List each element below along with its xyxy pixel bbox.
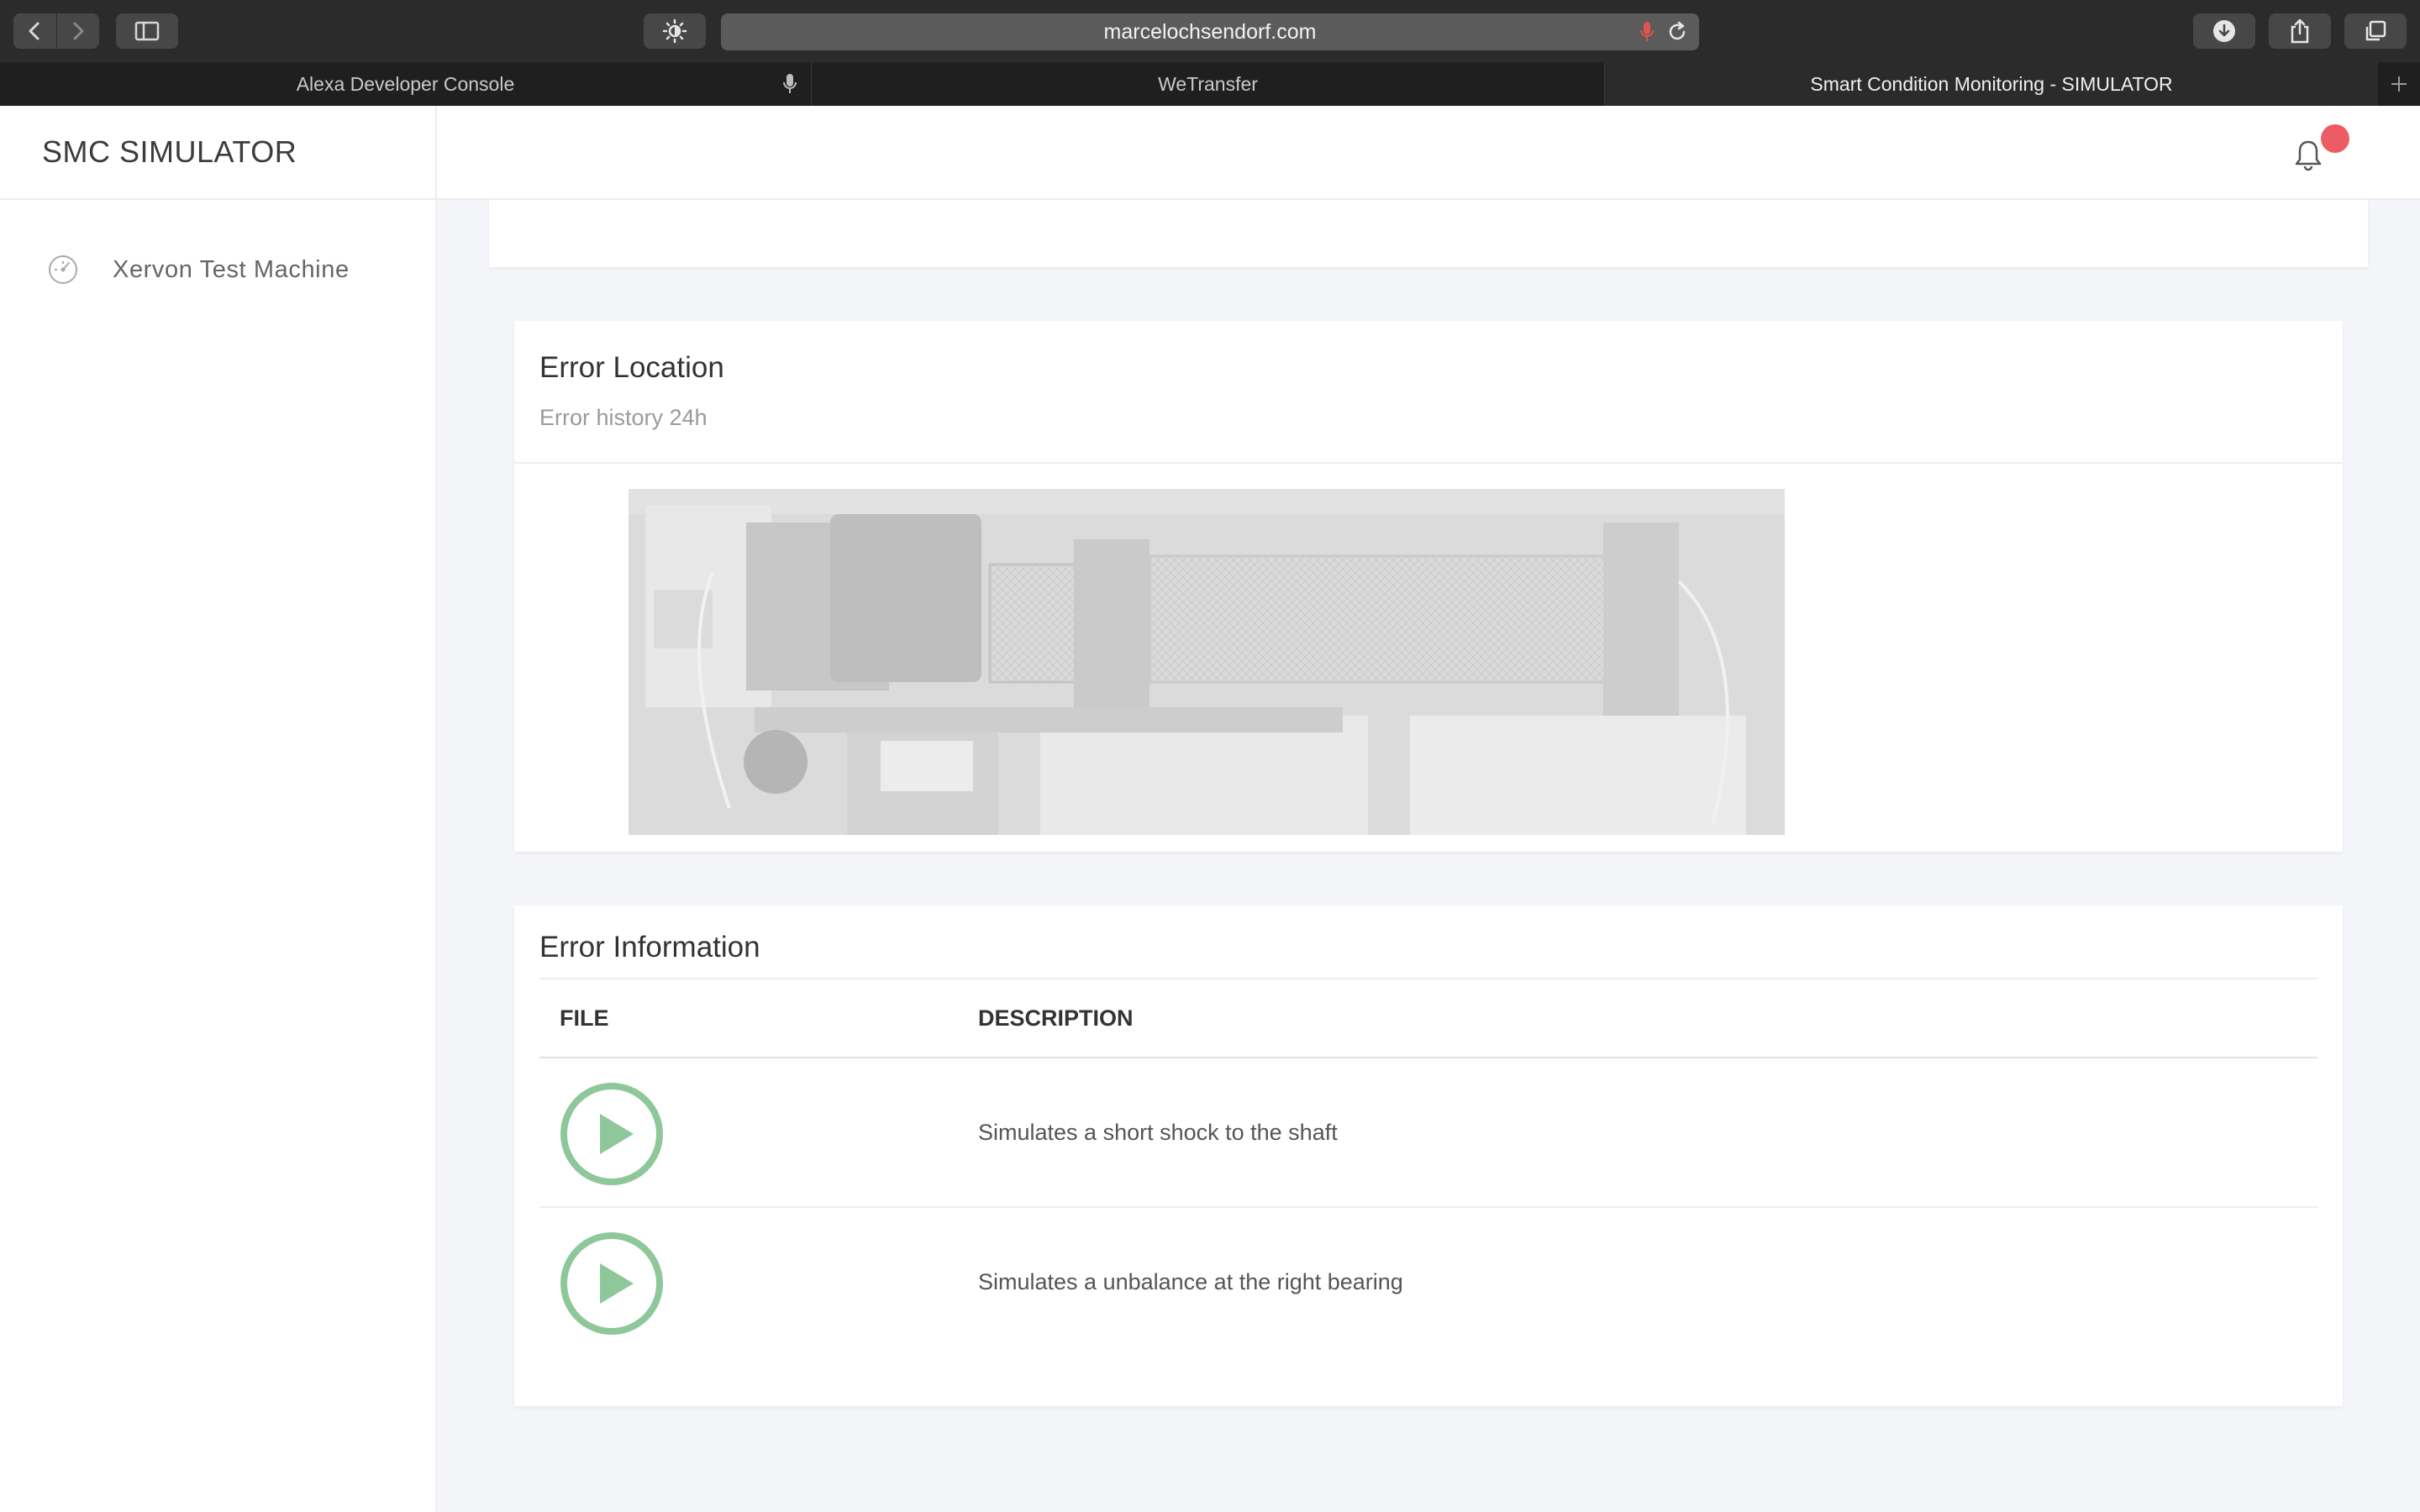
card-subtitle: Error history 24h [539, 405, 708, 430]
chevron-right-icon [73, 22, 84, 40]
url-text[interactable]: marcelochsendorf.com [721, 13, 1699, 50]
table-row: Simulates a short shock to the shaft [539, 1058, 2317, 1208]
plus-icon [2391, 76, 2407, 92]
back-button[interactable] [13, 13, 56, 49]
play-icon[interactable] [560, 1231, 664, 1336]
new-tab-button[interactable] [2378, 62, 2420, 106]
divider [514, 462, 2343, 464]
address-bar[interactable]: marcelochsendorf.com [721, 13, 1699, 50]
sidebar-icon [134, 21, 160, 41]
appearance-button[interactable] [644, 13, 706, 49]
gauge-icon [49, 255, 77, 284]
app-header [437, 106, 2420, 200]
download-icon [2213, 20, 2235, 42]
tab-overview-button[interactable] [2344, 13, 2407, 49]
browser-toolbar: marcelochsendorf.com [0, 0, 2420, 63]
sidebar-item-xervon-test-machine[interactable]: Xervon Test Machine [47, 254, 350, 286]
tab-label: Smart Condition Monitoring - SIMULATOR [1810, 73, 2173, 95]
tab-wetransfer[interactable]: WeTransfer [812, 62, 1605, 106]
tab-smc-simulator[interactable]: Smart Condition Monitoring - SIMULATOR [1605, 62, 2378, 106]
card-title: Error Information [539, 931, 760, 963]
notifications-button[interactable] [2294, 138, 2323, 177]
sidebar-toggle-button[interactable] [116, 13, 178, 49]
table-header: FILE DESCRIPTION [539, 978, 2317, 1058]
microphone-icon [783, 74, 797, 93]
tab-bar: Alexa Developer Console WeTransfer Smart… [0, 62, 2420, 107]
table-row: Simulates a unbalance at the right beari… [539, 1208, 2317, 1356]
tab-label: WeTransfer [1158, 73, 1258, 95]
row-description: Simulates a short shock to the shaft [978, 1120, 1338, 1145]
share-icon [2291, 18, 2309, 44]
brand-title[interactable]: SMC SIMULATOR [0, 106, 435, 200]
brightness-icon [662, 18, 687, 44]
card-title: Error Location [539, 351, 724, 384]
play-icon[interactable] [560, 1082, 664, 1186]
column-header-description: DESCRIPTION [978, 1005, 1134, 1031]
history-nav [13, 13, 99, 49]
previous-card [489, 200, 2368, 267]
error-table: FILE DESCRIPTION Simulates a short shock… [539, 978, 2317, 1356]
tab-alexa-developer-console[interactable]: Alexa Developer Console [0, 62, 812, 106]
test-machine-photo [629, 489, 1785, 835]
notification-badge [2321, 124, 2349, 153]
error-information-card: Error Information FILE DESCRIPTION Simul… [514, 906, 2343, 1406]
downloads-button[interactable] [2193, 13, 2255, 49]
error-location-card: Error Location Error history 24h [514, 321, 2343, 852]
share-button[interactable] [2269, 13, 2331, 49]
microphone-icon[interactable] [1639, 20, 1655, 44]
forward-button[interactable] [55, 13, 100, 49]
column-header-file: FILE [560, 1005, 609, 1031]
sidebar-item-label: Xervon Test Machine [113, 255, 350, 283]
tabs-icon [2365, 20, 2386, 41]
bell-icon [2295, 140, 2322, 171]
row-description: Simulates a unbalance at the right beari… [978, 1269, 1403, 1294]
sidebar: SMC SIMULATOR Xervon Test Machine [0, 106, 437, 1512]
tab-label: Alexa Developer Console [296, 73, 515, 95]
reload-icon[interactable] [1665, 20, 1689, 44]
chevron-left-icon [29, 22, 39, 40]
